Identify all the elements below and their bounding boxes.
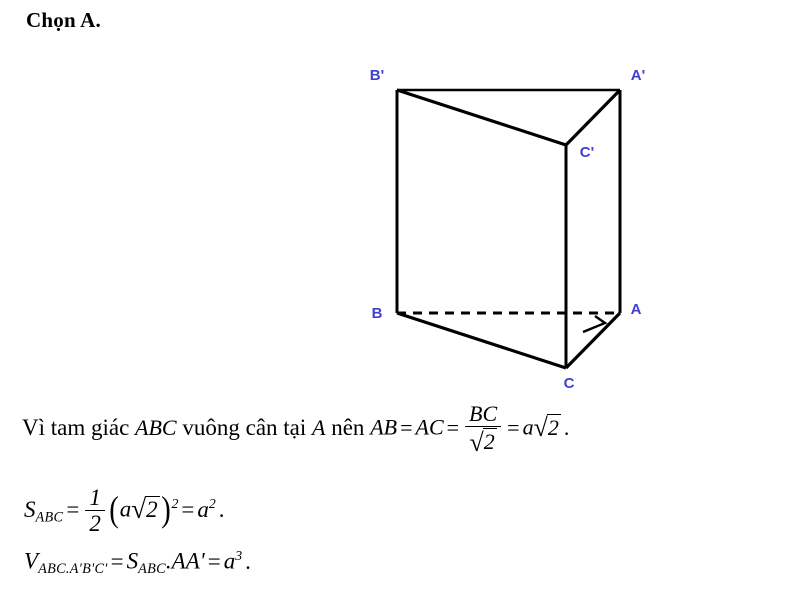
line1-triangle-name: ABC	[135, 414, 177, 440]
line1-mid-text: vuông cân tại	[182, 414, 307, 440]
vertex-label-B: B	[372, 305, 383, 322]
line2-group-coeff: a	[119, 496, 132, 522]
edge-bottom-B-C	[396, 311, 567, 370]
prism-svg: B' A' C' B A C	[370, 67, 645, 392]
radical-icon: √	[131, 494, 147, 525]
line2-equals-1: =	[66, 496, 80, 522]
line2-period: .	[218, 496, 225, 522]
line1-period: .	[563, 414, 570, 440]
vertex-label-C: C	[564, 375, 575, 392]
line3-area-subscript: ABC	[138, 561, 166, 578]
vertex-label-A-prime: A'	[631, 67, 645, 84]
line2-fraction-numerator: 1	[85, 486, 105, 511]
math-statement-line-2: SABC = 1 2 (a√2)2 = a2.	[24, 486, 228, 536]
line3-equals-2: =	[207, 548, 221, 574]
math-statement-line-3: VABC.A'B'C' = SABC.AA' = a3.	[24, 548, 254, 578]
edge-bottom-C-A	[564, 311, 622, 370]
line1-fraction-denominator: √2	[465, 427, 501, 457]
line2-parenthesized-group: (a√2)	[108, 489, 172, 530]
line2-fraction: 12	[85, 486, 105, 535]
line2-area-symbol: S	[24, 496, 36, 522]
line1-then-text: nên	[331, 414, 365, 440]
line1-rhs-coeff: a	[522, 414, 534, 440]
line3-volume-symbol: V	[24, 548, 39, 574]
line3-equals-1: =	[110, 548, 124, 574]
line2-group-sqrt: √2	[131, 494, 160, 525]
line1-equals-2: =	[446, 414, 460, 440]
line1-denominator-sqrt: √2	[469, 427, 497, 457]
vertex-label-A: A	[631, 301, 642, 318]
line3-volume-subscript: ABC.A'B'C'	[38, 561, 108, 578]
page-title: Chọn A.	[26, 8, 101, 32]
line1-equation: AB = AC = BC √2 = a√2.	[370, 403, 572, 457]
line1-lhs1: AB	[370, 414, 398, 440]
line2-fraction-denominator: 2	[89, 511, 101, 536]
line1-denominator-radicand: 2	[482, 428, 497, 454]
line2-group-radicand: 2	[145, 495, 160, 522]
edge-top-B-prime-C-prime	[396, 88, 567, 147]
line3-height-term: AA'	[171, 548, 205, 574]
math-statement-line-1: Vì tam giác ABC vuông cân tại A nên AB = A…	[22, 403, 572, 457]
line2-area-subscript: ABC	[35, 509, 64, 526]
line1-fraction-numerator: BC	[465, 403, 502, 427]
left-paren-icon: (	[109, 489, 119, 530]
line2-equals-2: =	[181, 496, 195, 522]
prism-figure: B' A' C' B A C	[355, 50, 665, 395]
edge-top-C-prime-A-prime	[564, 88, 622, 147]
line3-area-symbol: S	[126, 548, 139, 574]
line3-result-base: a	[223, 548, 236, 574]
radical-icon: √	[469, 427, 484, 457]
line1-rhs-radicand: 2	[546, 413, 561, 440]
radical-icon: √	[533, 413, 548, 443]
line1-rhs-sqrt: √2	[533, 413, 561, 443]
vertex-label-B-prime: B'	[370, 67, 384, 84]
line2-result-power: 2	[208, 496, 216, 512]
line2-result-base: a	[197, 496, 209, 522]
line1-lead-text: Vì tam giác	[22, 414, 130, 440]
line1-fraction: BC √2	[465, 403, 502, 457]
line1-lhs2: AC	[415, 414, 444, 440]
line1-vertex-name: A	[312, 414, 326, 440]
right-paren-icon: )	[160, 489, 171, 530]
line1-equals-3: =	[507, 414, 520, 440]
line3-period: .	[245, 548, 251, 574]
vertex-label-C-prime: C'	[580, 144, 594, 161]
line1-equals-1: =	[400, 414, 413, 440]
